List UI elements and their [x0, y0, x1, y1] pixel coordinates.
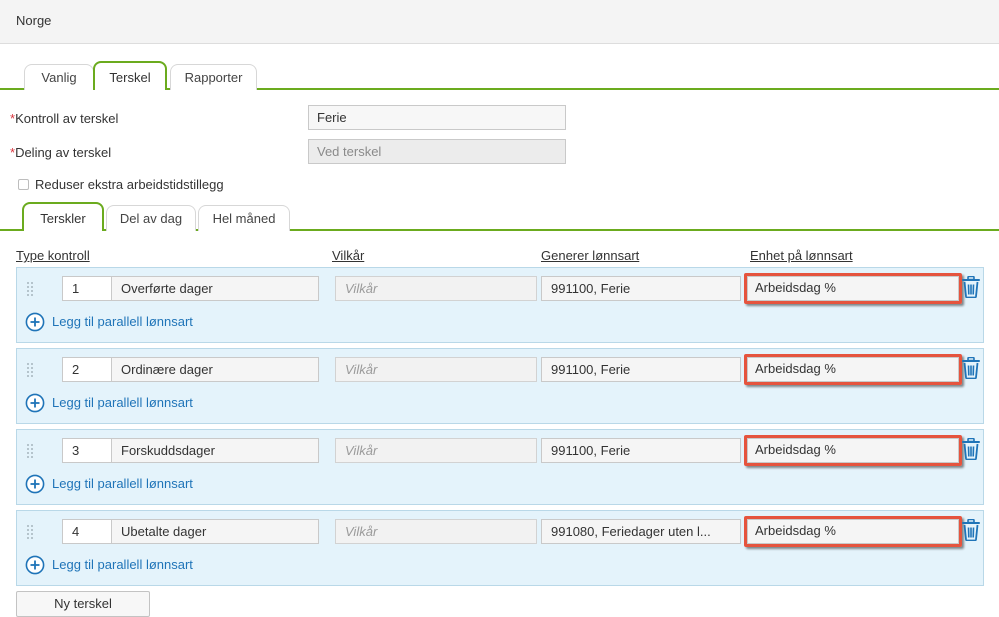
deling-label-text: Deling av terskel	[15, 145, 111, 160]
plus-circle-icon	[25, 555, 45, 575]
threshold-row: 1 Overførte dager Vilkår 991100, Ferie A…	[16, 267, 984, 343]
kontroll-select[interactable]: Ferie	[308, 105, 566, 130]
type-kontroll-field[interactable]: Overførte dager	[111, 276, 319, 301]
tab-terskler[interactable]: Terskler	[22, 202, 104, 231]
column-header-lonnsart[interactable]: Generer lønnsart	[541, 248, 639, 263]
plus-circle-icon	[25, 312, 45, 332]
lonnsart-select[interactable]: 991100, Ferie	[541, 357, 741, 382]
order-number-input[interactable]: 1	[62, 276, 112, 301]
add-parallel-lonnsart-label: Legg til parallell lønnsart	[52, 476, 193, 491]
trash-icon[interactable]	[961, 438, 981, 460]
column-header-enhet[interactable]: Enhet på lønnsart	[750, 248, 853, 263]
type-kontroll-field[interactable]: Ordinære dager	[111, 357, 319, 382]
enhet-highlight: Arbeidsdag %	[744, 354, 962, 385]
add-parallel-lonnsart-label: Legg til parallell lønnsart	[52, 557, 193, 572]
type-kontroll-field[interactable]: Ubetalte dager	[111, 519, 319, 544]
enhet-highlight: Arbeidsdag %	[744, 435, 962, 466]
threshold-row: 3 Forskuddsdager Vilkår 991100, Ferie Ar…	[16, 429, 984, 505]
new-threshold-button[interactable]: Ny terskel	[16, 591, 150, 617]
reduser-checkbox-label: Reduser ekstra arbeidstidstillegg	[35, 177, 224, 192]
deling-select: Ved terskel	[308, 139, 566, 164]
tab-del-av-dag[interactable]: Del av dag	[106, 205, 196, 231]
page-header: Norge	[0, 0, 999, 44]
plus-circle-icon	[25, 393, 45, 413]
order-number-input[interactable]: 4	[62, 519, 112, 544]
enhet-highlight: Arbeidsdag %	[744, 273, 962, 304]
vilkar-input[interactable]: Vilkår	[335, 276, 537, 301]
order-number-input[interactable]: 2	[62, 357, 112, 382]
vilkar-input[interactable]: Vilkår	[335, 357, 537, 382]
drag-handle-icon[interactable]	[27, 444, 35, 458]
enhet-select[interactable]: Arbeidsdag %	[747, 438, 959, 463]
threshold-row: 2 Ordinære dager Vilkår 991100, Ferie Ar…	[16, 348, 984, 424]
kontroll-label-text: Kontroll av terskel	[15, 111, 118, 126]
drag-handle-icon[interactable]	[27, 282, 35, 296]
top-tab-bar: Vanlig Terskel Rapporter	[0, 60, 999, 90]
enhet-select[interactable]: Arbeidsdag %	[747, 519, 959, 544]
plus-circle-icon	[25, 474, 45, 494]
add-parallel-lonnsart-label: Legg til parallell lønnsart	[52, 395, 193, 410]
sub-tab-bar: Terskler Del av dag Hel måned	[0, 201, 999, 231]
drag-handle-icon[interactable]	[27, 525, 35, 539]
vilkar-input[interactable]: Vilkår	[335, 519, 537, 544]
trash-icon[interactable]	[961, 519, 981, 541]
enhet-select[interactable]: Arbeidsdag %	[747, 276, 959, 301]
enhet-select[interactable]: Arbeidsdag %	[747, 357, 959, 382]
tab-vanlig[interactable]: Vanlig	[24, 64, 94, 90]
order-number-input[interactable]: 3	[62, 438, 112, 463]
vilkar-input[interactable]: Vilkår	[335, 438, 537, 463]
page-title: Norge	[16, 13, 51, 28]
lonnsart-select[interactable]: 991080, Feriedager uten l...	[541, 519, 741, 544]
tab-rapporter[interactable]: Rapporter	[170, 64, 257, 90]
tab-terskel[interactable]: Terskel	[93, 61, 167, 90]
tab-hel-maned[interactable]: Hel måned	[198, 205, 290, 231]
kontroll-label: *Kontroll av terskel	[10, 111, 118, 126]
deling-label: *Deling av terskel	[10, 145, 111, 160]
trash-icon[interactable]	[961, 276, 981, 298]
drag-handle-icon[interactable]	[27, 363, 35, 377]
type-kontroll-field[interactable]: Forskuddsdager	[111, 438, 319, 463]
enhet-highlight: Arbeidsdag %	[744, 516, 962, 547]
lonnsart-select[interactable]: 991100, Ferie	[541, 438, 741, 463]
reduser-checkbox[interactable]	[18, 179, 29, 190]
add-parallel-lonnsart-label: Legg til parallell lønnsart	[52, 314, 193, 329]
trash-icon[interactable]	[961, 357, 981, 379]
lonnsart-select[interactable]: 991100, Ferie	[541, 276, 741, 301]
column-header-type[interactable]: Type kontroll	[16, 248, 90, 263]
column-header-vilkar[interactable]: Vilkår	[332, 248, 364, 263]
threshold-row: 4 Ubetalte dager Vilkår 991080, Feriedag…	[16, 510, 984, 586]
